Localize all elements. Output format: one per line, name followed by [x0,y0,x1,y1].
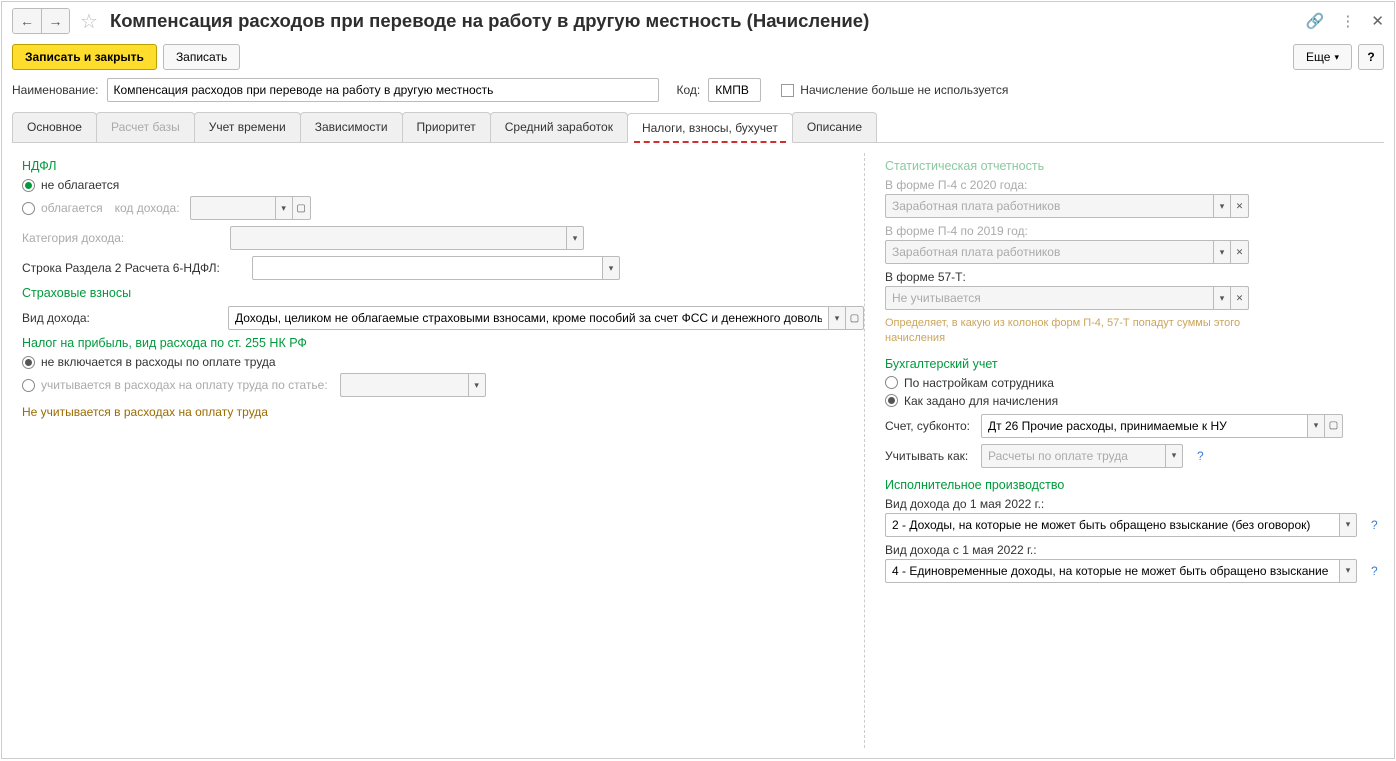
tab-avg[interactable]: Средний заработок [490,112,628,142]
stat-p4-2019-clear [1231,240,1249,264]
stat-p4-2020-input [885,194,1213,218]
save-close-button[interactable]: Записать и закрыть [12,44,157,70]
insurance-kind-open[interactable] [846,306,864,330]
stat-p4-2020-label: В форме П-4 с 2020 года: [885,178,1378,192]
ndfl-income-code-label: код дохода: [115,201,180,215]
ndfl-income-code-dropdown [275,196,293,220]
page-title: Компенсация расходов при переводе на раб… [110,10,869,32]
save-button[interactable]: Записать [163,44,240,70]
stat-p4-2020-clear [1231,194,1249,218]
exec-after-label: Вид дохода с 1 мая 2022 г.: [885,543,1378,557]
name-input[interactable] [107,78,659,102]
exec-section-title: Исполнительное производство [885,478,1378,492]
stat-57t-input[interactable] [885,286,1213,310]
stat-p4-2019-label: В форме П-4 по 2019 год: [885,224,1378,238]
stat-p4-2019-input [885,240,1213,264]
acc-by-employee-label: По настройкам сотрудника [904,376,1054,390]
close-icon[interactable]: ✕ [1371,12,1384,30]
acc-as-set-radio[interactable] [885,394,898,407]
insurance-kind-dropdown[interactable] [828,306,846,330]
ndfl-category-label: Категория дохода: [22,231,222,245]
acc-section-title: Бухгалтерский учет [885,357,1378,371]
tab-time[interactable]: Учет времени [194,112,301,142]
profit-article-input [340,373,468,397]
insurance-kind-input[interactable] [228,306,828,330]
acc-consider-dropdown [1165,444,1183,468]
ndfl-not-taxed-label: не облагается [41,178,119,192]
acc-account-dropdown[interactable] [1307,414,1325,438]
help-button[interactable]: ? [1358,44,1384,70]
kebab-menu-icon[interactable]: ⋮ [1340,12,1355,30]
ndfl-not-taxed-radio[interactable] [22,179,35,192]
ndfl-row6-label: Строка Раздела 2 Расчета 6-НДФЛ: [22,261,244,275]
exec-before-label: Вид дохода до 1 мая 2022 г.: [885,497,1378,511]
profit-section-title: Налог на прибыль, вид расхода по ст. 255… [22,336,864,350]
acc-account-input[interactable] [981,414,1307,438]
more-button[interactable]: Еще▾ [1293,44,1352,70]
ndfl-category-input [230,226,566,250]
name-label: Наименование: [12,83,99,97]
profit-article-dropdown [468,373,486,397]
profit-counted-label: учитывается в расходах на оплату труда п… [41,378,328,392]
exec-before-dropdown[interactable] [1339,513,1357,537]
insurance-kind-label: Вид дохода: [22,311,220,325]
acc-consider-input [981,444,1165,468]
tab-priority[interactable]: Приоритет [402,112,491,142]
profit-counted-radio[interactable] [22,379,35,392]
tab-deps[interactable]: Зависимости [300,112,403,142]
ndfl-taxed-radio[interactable] [22,202,35,215]
stat-hint: Определяет, в какую из колонок форм П-4,… [885,316,1245,347]
ndfl-row6-dropdown[interactable] [602,256,620,280]
insurance-section-title: Страховые взносы [22,286,864,300]
tab-main[interactable]: Основное [12,112,97,142]
disabled-checkbox-label: Начисление больше не используется [800,83,1008,97]
stat-57t-dropdown[interactable] [1213,286,1231,310]
acc-as-set-label: Как задано для начисления [904,394,1058,408]
acc-by-employee-radio[interactable] [885,376,898,389]
stat-p4-2020-dropdown [1213,194,1231,218]
ndfl-taxed-label: облагается [41,201,103,215]
code-label: Код: [677,83,701,97]
disabled-checkbox[interactable] [781,84,794,97]
ndfl-income-code-input [190,196,275,220]
exec-after-dropdown[interactable] [1339,559,1357,583]
stat-57t-clear[interactable] [1231,286,1249,310]
exec-before-help[interactable]: ? [1371,518,1378,532]
profit-note: Не учитывается в расходах на оплату труд… [22,405,864,419]
nav-forward-button[interactable]: → [41,9,69,33]
tab-desc[interactable]: Описание [792,112,877,142]
ndfl-category-dropdown [566,226,584,250]
exec-before-input[interactable] [885,513,1339,537]
acc-account-open[interactable] [1325,414,1343,438]
stat-57t-label: В форме 57-Т: [885,270,1378,284]
profit-not-included-label: не включается в расходы по оплате труда [41,355,276,369]
acc-consider-help[interactable]: ? [1197,449,1204,463]
ndfl-row6-input[interactable] [252,256,602,280]
tab-taxes[interactable]: Налоги, взносы, бухучет [627,113,793,143]
exec-after-input[interactable] [885,559,1339,583]
profit-not-included-radio[interactable] [22,356,35,369]
favorite-star-icon[interactable]: ☆ [80,9,98,34]
stat-section-title: Статистическая отчетность [885,159,1378,173]
ndfl-section-title: НДФЛ [22,159,864,173]
exec-after-help[interactable]: ? [1371,564,1378,578]
stat-p4-2019-dropdown [1213,240,1231,264]
tab-base: Расчет базы [96,112,195,142]
link-icon[interactable]: 🔗 [1306,12,1325,30]
acc-consider-label: Учитывать как: [885,449,973,463]
code-input[interactable] [708,78,761,102]
nav-back-button[interactable]: ← [13,9,41,33]
acc-account-label: Счет, субконто: [885,419,973,433]
ndfl-income-code-open [293,196,311,220]
